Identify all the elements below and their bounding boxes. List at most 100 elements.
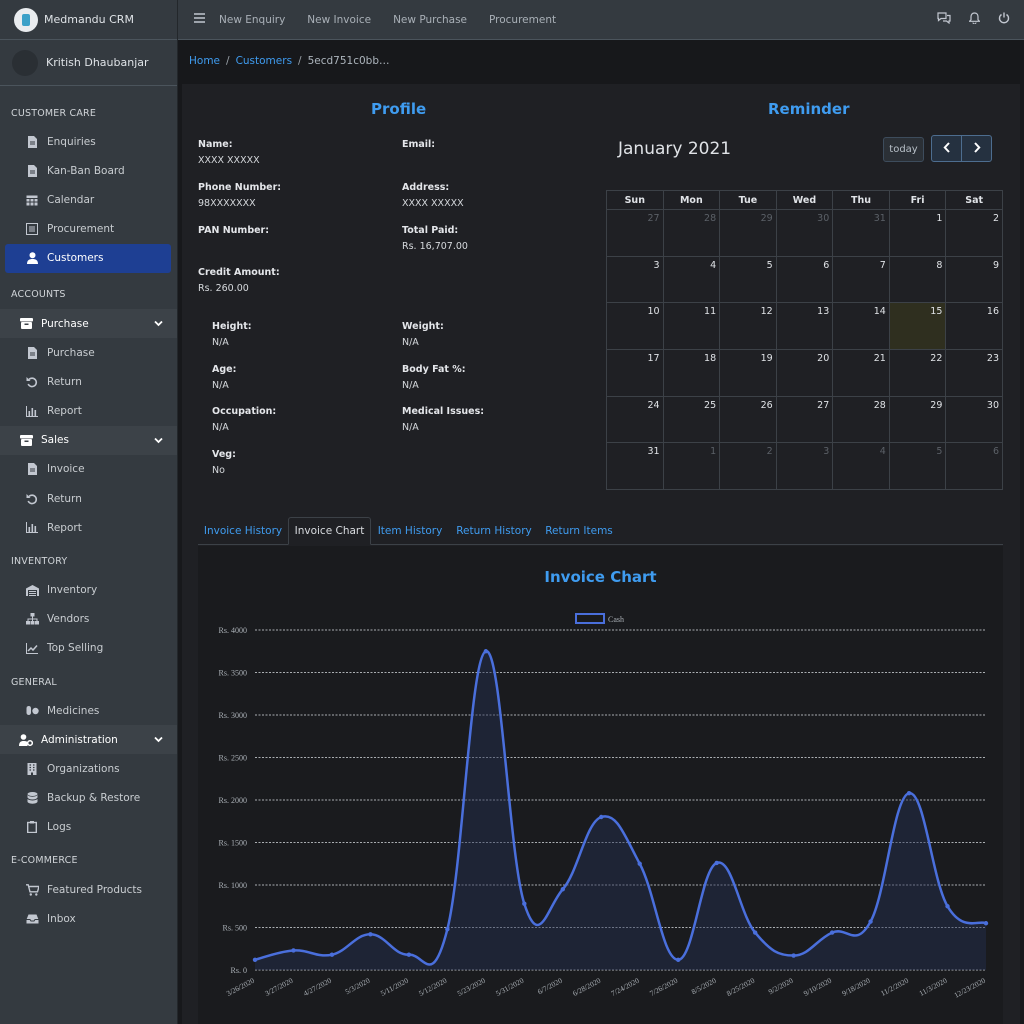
calendar-day[interactable]: 6	[775, 255, 834, 304]
calendar-day[interactable]: 25	[662, 395, 721, 444]
calendar-day[interactable]: 21	[832, 349, 890, 397]
file-icon	[25, 135, 39, 148]
sidebar-item-featured-products[interactable]: Featured Products	[5, 875, 171, 904]
data-point	[637, 861, 642, 866]
calendar-day[interactable]: 2	[945, 209, 1003, 257]
today-button[interactable]: today	[883, 137, 924, 162]
menu-icon[interactable]	[194, 13, 205, 26]
calendar-day[interactable]: 30	[945, 395, 1003, 444]
next-month-button[interactable]	[961, 135, 992, 162]
nav-new-enquiry[interactable]: New Enquiry	[219, 14, 285, 26]
calendar-day[interactable]: 30	[775, 209, 834, 257]
tab-item-history[interactable]: Item History	[371, 517, 449, 545]
brand[interactable]: Medmandu CRM	[0, 0, 177, 40]
user-cog-icon	[19, 733, 33, 746]
sidebar-item-inventory[interactable]: Inventory	[5, 575, 171, 604]
tab-return-history[interactable]: Return History	[449, 517, 539, 545]
calendar-day[interactable]: 19	[719, 349, 777, 397]
calendar-day[interactable]: 6	[945, 442, 1003, 491]
sidebar-item-purchase-return[interactable]: Return	[5, 367, 171, 396]
calendar-day[interactable]: 26	[719, 395, 777, 444]
sidebar-item-logs[interactable]: Logs	[5, 813, 171, 842]
calendar-day[interactable]: 1	[888, 209, 947, 257]
nav-header-customer-care: CUSTOMER CARE	[11, 107, 97, 119]
calendar-day[interactable]: 20	[775, 349, 834, 397]
sidebar-item-top-selling[interactable]: Top Selling	[5, 634, 171, 663]
calendar-day[interactable]: 11	[662, 302, 721, 351]
user-panel[interactable]: Kritish Dhaubanjar	[0, 40, 177, 86]
calendar-day[interactable]: 23	[945, 349, 1003, 397]
field-label: PAN Number:	[198, 225, 270, 236]
calendar-day[interactable]: 9	[945, 255, 1003, 304]
nav-new-invoice[interactable]: New Invoice	[307, 14, 371, 26]
sidebar-item-purchase[interactable]: Purchase	[5, 338, 171, 367]
tab-return-items[interactable]: Return Items	[539, 517, 619, 545]
nav-new-purchase[interactable]: New Purchase	[393, 14, 467, 26]
weekday-header: Mon	[662, 190, 721, 210]
sidebar-item-kanban[interactable]: Kan-Ban Board	[5, 156, 171, 185]
calendar-day[interactable]: 2	[719, 442, 777, 491]
sidebar-item-invoice[interactable]: Invoice	[5, 455, 171, 484]
calendar-day[interactable]: 28	[832, 395, 890, 444]
power-icon[interactable]	[998, 12, 1010, 27]
tab-invoice-history[interactable]: Invoice History	[198, 517, 288, 545]
sidebar-item-medicines[interactable]: Medicines	[5, 696, 171, 725]
clipboard-icon	[25, 821, 39, 834]
calendar-day[interactable]: 18	[662, 349, 721, 397]
sidebar-item-vendors[interactable]: Vendors	[5, 605, 171, 634]
sidebar-item-sales-report[interactable]: Report	[5, 513, 171, 542]
calendar-day[interactable]: 14	[832, 302, 890, 351]
sidebar-group-administration[interactable]: Administration	[0, 725, 177, 755]
calendar-day[interactable]: 31	[606, 442, 664, 491]
breadcrumb-home[interactable]: Home	[189, 55, 220, 67]
calendar-day-today[interactable]: 15	[888, 302, 947, 351]
x-tick-label: 5/12/2020	[417, 976, 448, 998]
sidebar-item-procurement[interactable]: Procurement	[5, 215, 171, 244]
sidebar-group-purchase[interactable]: Purchase	[0, 308, 177, 339]
bell-icon[interactable]	[968, 12, 981, 27]
calendar-day[interactable]: 16	[945, 302, 1003, 351]
calendar-day[interactable]: 29	[719, 209, 777, 257]
sidebar-item-enquiries[interactable]: Enquiries	[5, 127, 171, 156]
calendar-day[interactable]: 8	[888, 255, 947, 304]
calendar-day[interactable]: 3	[775, 442, 834, 491]
nav-procurement[interactable]: Procurement	[489, 14, 556, 26]
calendar-day[interactable]: 31	[832, 209, 890, 257]
calendar-day[interactable]: 4	[662, 255, 721, 304]
sidebar-item-customers[interactable]: Customers	[5, 243, 171, 273]
calendar-day[interactable]: 29	[888, 395, 947, 444]
calendar-day[interactable]: 3	[606, 255, 664, 304]
tab-invoice-chart[interactable]: Invoice Chart	[288, 517, 371, 545]
calendar-day[interactable]: 13	[775, 302, 834, 351]
calendar-day[interactable]: 5	[888, 442, 947, 491]
sidebar-item-purchase-report[interactable]: Report	[5, 397, 171, 426]
profile-total-paid: Total Paid: Rs. 16,707.00	[402, 225, 468, 252]
sidebar-group-sales[interactable]: Sales	[0, 425, 177, 455]
sidebar-item-sales-return[interactable]: Return	[5, 484, 171, 513]
calendar-day[interactable]: 1	[662, 442, 721, 491]
data-point	[945, 904, 950, 909]
sidebar-item-inbox[interactable]: Inbox	[5, 904, 171, 933]
prev-month-button[interactable]	[931, 135, 962, 162]
calendar-day[interactable]: 24	[606, 395, 664, 444]
y-tick-label: Rs. 3500	[219, 669, 247, 678]
calendar-day[interactable]: 4	[832, 442, 890, 491]
field-label: Name:	[198, 139, 233, 150]
calendar-day[interactable]: 5	[719, 255, 777, 304]
calendar-day[interactable]: 12	[719, 302, 777, 351]
calendar-day[interactable]: 7	[832, 255, 890, 304]
calendar-day[interactable]: 27	[606, 209, 664, 257]
sidebar-item-calendar[interactable]: Calendar	[5, 185, 171, 214]
calendar-day[interactable]: 10	[606, 302, 664, 351]
nav-header-ecommerce: E-COMMERCE	[11, 855, 78, 867]
sidebar-item-organizations[interactable]: Organizations	[5, 754, 171, 783]
calendar-day[interactable]: 22	[888, 349, 947, 397]
calendar-day[interactable]: 17	[606, 349, 664, 397]
comments-icon[interactable]	[937, 12, 951, 27]
sidebar-item-backup[interactable]: Backup & Restore	[5, 784, 171, 813]
calendar-day[interactable]: 27	[775, 395, 834, 444]
calendar-day[interactable]: 28	[662, 209, 721, 257]
sidebar-item-label: Purchase	[41, 317, 89, 330]
x-tick-label: 7/24/2020	[610, 976, 641, 998]
breadcrumb-customers[interactable]: Customers	[236, 55, 292, 67]
